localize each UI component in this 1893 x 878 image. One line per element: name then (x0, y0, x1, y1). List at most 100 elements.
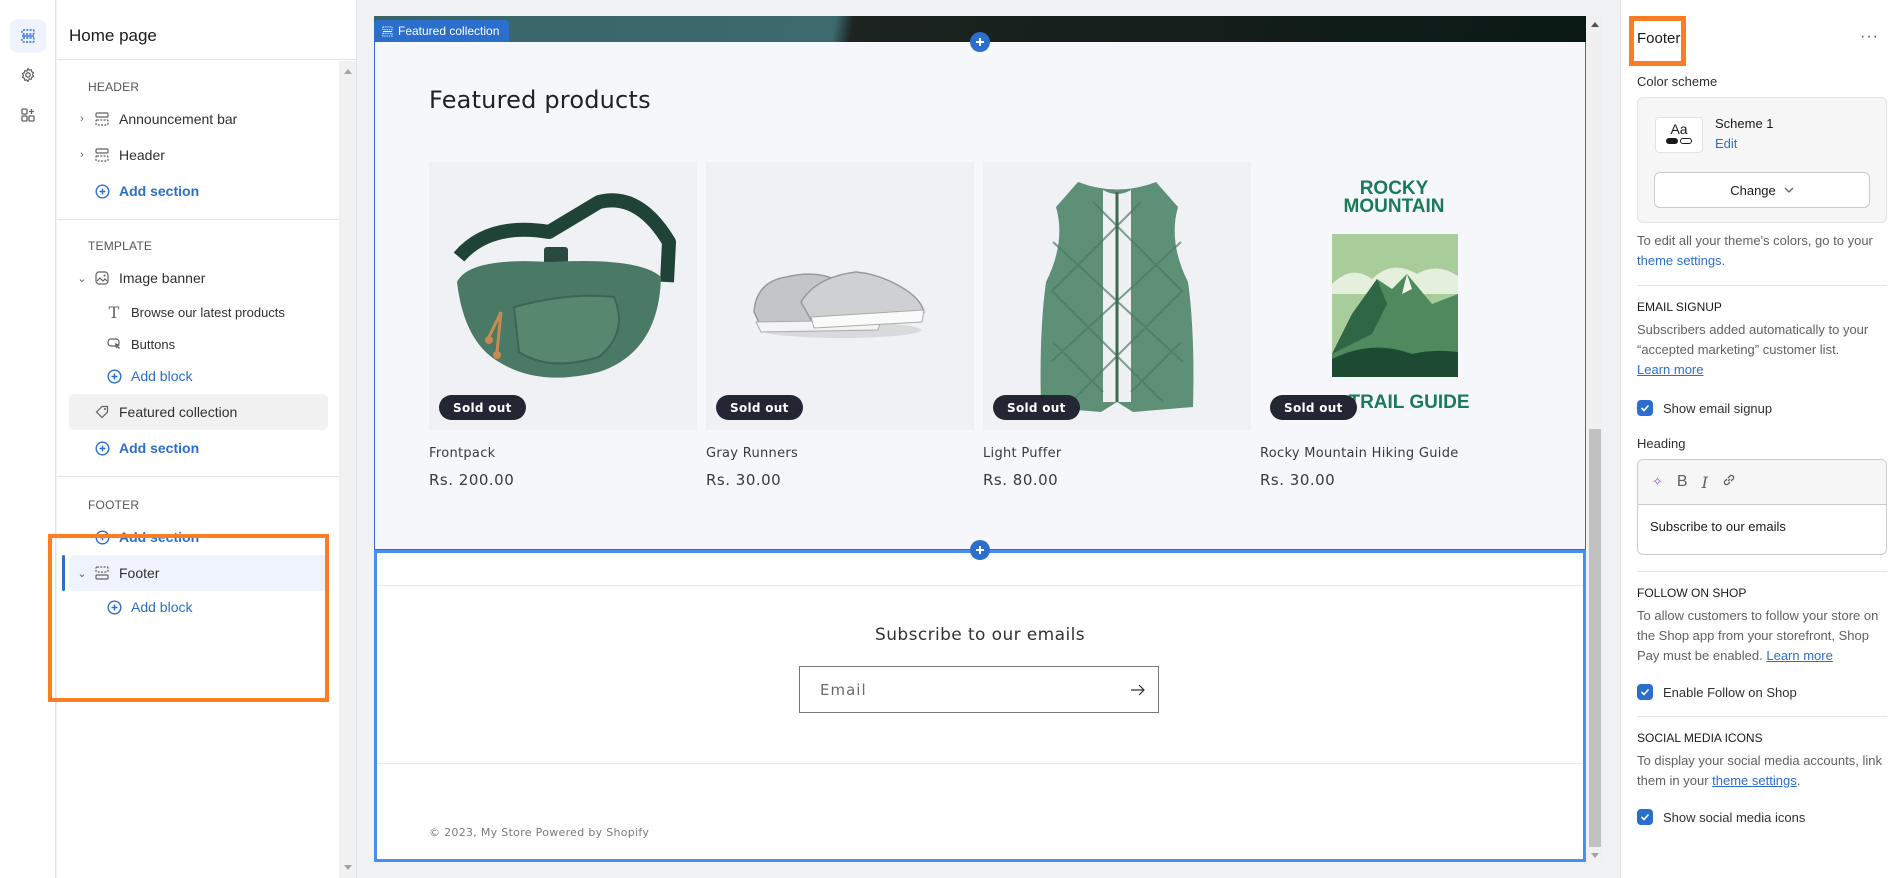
page-title: Home page (57, 0, 356, 60)
theme-settings-nav-button[interactable] (10, 58, 46, 92)
email-input[interactable] (800, 667, 1118, 712)
sections-icon (382, 25, 393, 37)
product-card[interactable]: Sold out Light Puffer Rs. 80.00 (983, 162, 1251, 489)
bold-button[interactable]: B (1677, 473, 1688, 491)
featured-collection-section[interactable]: Featured products Sold out Frontpack Rs.… (374, 42, 1586, 550)
italic-button[interactable]: I (1702, 473, 1708, 492)
add-block-footer-button[interactable]: Add block (69, 591, 328, 623)
sections-tree: HEADER › Announcement bar › Header Add s… (48, 61, 340, 878)
scroll-down-icon[interactable] (1591, 853, 1599, 858)
sold-out-badge: Sold out (716, 395, 803, 420)
product-name[interactable]: Light Puffer (983, 446, 1251, 461)
chevron-right-icon[interactable]: › (75, 149, 89, 161)
section-featured-collection[interactable]: Featured collection (69, 394, 328, 430)
insert-section-button[interactable] (970, 32, 990, 52)
ai-sparkle-icon[interactable]: ✧ (1652, 474, 1663, 490)
block-buttons[interactable]: Buttons (69, 328, 328, 360)
checkbox-checked[interactable] (1637, 809, 1653, 825)
section-label: Image banner (119, 270, 206, 286)
footer-section-preview[interactable]: Subscribe to our emails © 2023, My Store… (374, 550, 1586, 862)
product-image-frontpack[interactable]: Sold out (429, 162, 697, 430)
newsletter-email-field[interactable] (799, 666, 1159, 713)
apps-icon (21, 108, 35, 122)
add-section-label: Add section (119, 529, 200, 545)
product-image-light-puffer[interactable]: Sold out (983, 162, 1251, 430)
scroll-up-icon[interactable] (344, 69, 352, 74)
show-email-signup-checkbox[interactable]: Show email signup (1637, 400, 1887, 416)
product-card[interactable]: Sold out Frontpack Rs. 200.00 (429, 162, 697, 489)
add-section-template-button[interactable]: Add section (69, 430, 328, 466)
add-section-footer-button[interactable]: Add section (69, 519, 328, 555)
scroll-down-icon[interactable] (344, 865, 352, 870)
checkbox-checked[interactable] (1637, 400, 1653, 416)
scroll-up-icon[interactable] (1591, 22, 1599, 27)
section-settings-panel: Footer ··· Color scheme Aa Scheme 1 Edit… (1620, 0, 1893, 878)
storefront-preview: Featured collection Featured products So… (374, 16, 1586, 862)
product-price: Rs. 30.00 (1260, 471, 1336, 489)
preview-scrollbar[interactable] (1587, 16, 1603, 862)
section-header[interactable]: › Header (69, 137, 328, 173)
chevron-down-icon[interactable]: ⌄ (75, 272, 89, 285)
footer-group: FOOTER Add section ⌄ Footer Add block (57, 477, 340, 633)
scrollbar-thumb[interactable] (1589, 429, 1601, 847)
sections-sidebar: Home page HEADER › Announcement bar › He… (48, 0, 357, 878)
checkmark-icon (1640, 688, 1650, 696)
link-button[interactable] (1722, 473, 1736, 492)
button-pointer-icon (105, 335, 123, 353)
section-label: Footer (119, 565, 160, 581)
scheme-edit-link[interactable]: Edit (1715, 136, 1737, 151)
section-footer[interactable]: ⌄ Footer (62, 555, 328, 591)
featured-collection-tag[interactable]: Featured collection (374, 20, 510, 42)
enable-follow-on-shop-checkbox[interactable]: Enable Follow on Shop (1637, 684, 1887, 700)
add-block-label: Add block (131, 368, 193, 384)
scheme-swatch: Aa (1655, 117, 1703, 153)
email-signup-learn-more-link[interactable]: Learn more (1637, 362, 1703, 377)
preview-canvas: Featured collection Featured products So… (358, 0, 1620, 878)
sold-out-badge: Sold out (993, 395, 1080, 420)
follow-on-shop-learn-more-link[interactable]: Learn more (1766, 648, 1832, 663)
heading-value[interactable]: Subscribe to our emails (1638, 505, 1886, 548)
checkmark-icon (1640, 404, 1650, 412)
chevron-right-icon[interactable]: › (75, 113, 89, 125)
add-section-header-button[interactable]: Add section (69, 173, 328, 209)
section-layout-icon (93, 146, 111, 164)
plus-icon (976, 38, 984, 46)
sections-nav-button[interactable] (10, 19, 46, 53)
block-browse-text[interactable]: T Browse our latest products (69, 296, 328, 328)
checkbox-checked[interactable] (1637, 684, 1653, 700)
chevron-down-icon[interactable]: ⌄ (75, 567, 89, 580)
heading-rich-text-editor[interactable]: ✧ B I Subscribe to our emails (1637, 459, 1887, 555)
group-label-footer: FOOTER (88, 498, 140, 512)
product-name[interactable]: Rocky Mountain Hiking Guide (1260, 446, 1528, 461)
product-name[interactable]: Gray Runners (706, 446, 974, 461)
group-label-template: TEMPLATE (88, 239, 153, 253)
change-scheme-button[interactable]: Change (1654, 172, 1870, 208)
show-social-media-icons-checkbox[interactable]: Show social media icons (1637, 809, 1887, 825)
product-image-gray-runners[interactable]: Sold out (706, 162, 974, 430)
link-icon (1723, 474, 1735, 485)
product-card[interactable]: Sold out Gray Runners Rs. 30.00 (706, 162, 974, 489)
product-name[interactable]: Frontpack (429, 446, 697, 461)
chevron-down-icon (1784, 187, 1794, 193)
submit-arrow-button[interactable] (1118, 684, 1158, 696)
add-section-label: Add section (119, 440, 200, 456)
insert-section-button[interactable] (970, 540, 990, 560)
product-card[interactable]: ROCKY MOUNTAIN TRAIL GUIDE Sold out Rock… (1260, 162, 1528, 489)
sidebar-scrollbar[interactable] (339, 61, 356, 878)
add-block-image-banner-button[interactable]: Add block (69, 360, 328, 392)
more-actions-button[interactable]: ··· (1860, 28, 1879, 46)
product-price: Rs. 30.00 (706, 471, 782, 489)
product-image-rocky-mountain-guide[interactable]: ROCKY MOUNTAIN TRAIL GUIDE Sold out (1260, 162, 1528, 430)
section-announcement-bar[interactable]: › Announcement bar (69, 101, 328, 137)
follow-on-shop-help: To allow customers to follow your store … (1637, 608, 1879, 663)
follow-on-shop-heading: FOLLOW ON SHOP (1637, 586, 1747, 600)
theme-settings-link[interactable]: theme settings (1637, 253, 1722, 268)
social-theme-settings-link[interactable]: theme settings (1712, 773, 1797, 788)
color-scheme-label: Color scheme (1637, 74, 1718, 89)
apps-nav-button[interactable] (10, 98, 46, 132)
product-grid: Sold out Frontpack Rs. 200.00 Sold out G… (429, 162, 1528, 489)
footer-layout-icon (93, 564, 111, 582)
plus-circle-icon (105, 367, 123, 385)
header-group: HEADER › Announcement bar › Header Add s… (57, 61, 340, 220)
section-image-banner[interactable]: ⌄ Image banner (69, 260, 328, 296)
